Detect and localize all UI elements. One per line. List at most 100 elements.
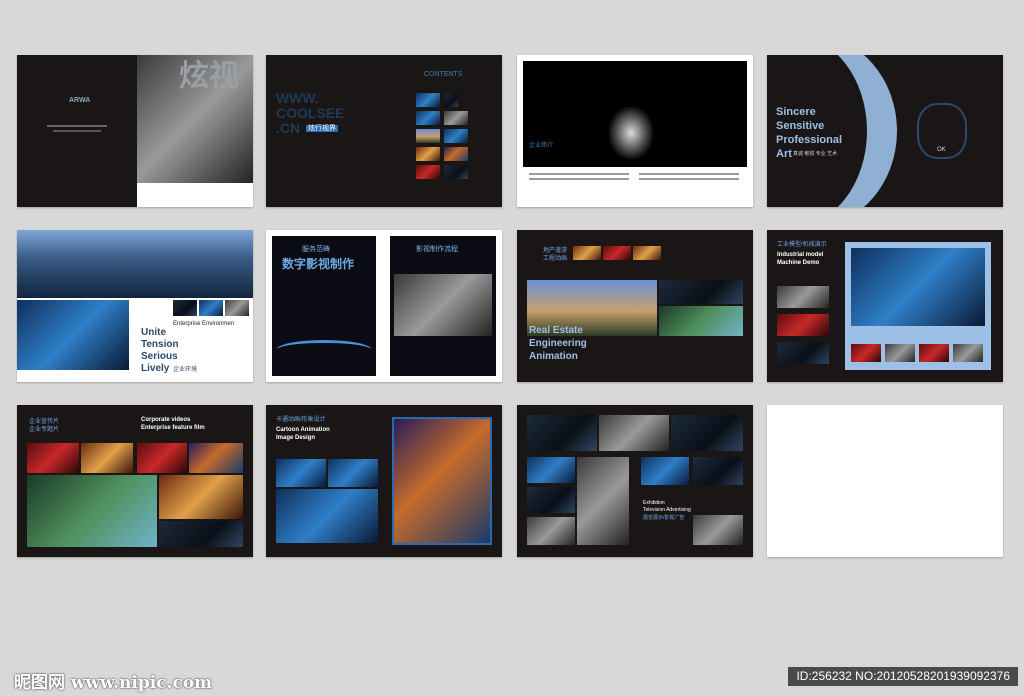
re-engineering: Engineering xyxy=(529,338,587,349)
thumb xyxy=(777,342,829,364)
services-small: 服务范畴 xyxy=(302,246,330,253)
env-label: Enterprise Environmen xyxy=(173,321,235,327)
thumb xyxy=(416,111,440,125)
thumb xyxy=(416,147,440,161)
cartoon-main xyxy=(392,417,492,545)
cover-small-text xyxy=(47,125,107,127)
spread-exhibition: Exhibition Television Advertising 展览展示/影… xyxy=(517,405,753,557)
thumb xyxy=(173,300,197,316)
thumb xyxy=(527,457,575,483)
ok-badge: OK xyxy=(937,147,946,153)
lobby-photo xyxy=(17,300,129,370)
value-sincere: Sincere xyxy=(776,106,816,118)
spread-cover: ARWA 炫视 xyxy=(17,55,253,207)
thumb xyxy=(527,487,575,513)
thumb xyxy=(159,475,243,519)
env-sub: 企业环境 xyxy=(173,367,198,373)
hands-highlight xyxy=(609,107,653,159)
cn-text: .CN xyxy=(276,120,301,136)
thumb xyxy=(659,306,743,336)
body-text xyxy=(639,173,739,175)
thumb xyxy=(953,344,983,362)
body-text xyxy=(529,173,629,175)
cover-title: 炫视 xyxy=(179,59,239,94)
value-sensitive: Sensitive xyxy=(776,120,825,132)
thumb xyxy=(189,443,243,473)
industrial-photo xyxy=(851,248,985,326)
thumb xyxy=(225,300,249,316)
spread-blank xyxy=(767,405,1003,557)
services-title: 数字影视制作 xyxy=(282,257,355,271)
coolsee-text: COOLSEE xyxy=(276,105,345,121)
www-text: WWW. xyxy=(276,90,319,106)
value-serious: Serious xyxy=(141,351,178,362)
car-photo xyxy=(693,515,743,545)
value-lively: Lively xyxy=(141,363,170,374)
corp-cn-a: 企业宣传片 xyxy=(29,419,60,425)
spread-services: 服务范畴 数字影视制作 影视制作流程 xyxy=(266,230,502,382)
moon-scene xyxy=(276,489,378,543)
office-photo xyxy=(17,230,253,298)
ind-cn-title: 工业模型/机械演示 xyxy=(777,242,827,248)
thumb xyxy=(328,459,378,487)
spread-corporate: 企业宣传片 企业专题片 Corporate videos Enterprise … xyxy=(17,405,253,557)
thumb xyxy=(885,344,915,362)
ind-line2: Machine Demo xyxy=(777,260,820,266)
toon-line2: Image Design xyxy=(276,435,316,441)
corp-line1: Corporate videos xyxy=(141,417,191,423)
thumb xyxy=(671,415,743,451)
ind-line1: Industrial model xyxy=(777,252,824,258)
logo-text: ARWA xyxy=(69,97,91,104)
thumb xyxy=(444,147,468,161)
spread-contents: CONTENTS WWW. COOLSEE .CN 炫行视界 xyxy=(266,55,502,207)
sculpture-photo xyxy=(394,274,492,336)
exh-line1: Exhibition xyxy=(643,500,665,506)
dancers-ramp xyxy=(276,340,372,360)
thumb xyxy=(599,415,669,451)
thumb xyxy=(159,521,243,547)
thumb xyxy=(416,93,440,107)
contents-tag: 炫行视界 xyxy=(306,125,338,133)
contents-heading: CONTENTS xyxy=(424,71,463,78)
thumb xyxy=(603,246,631,260)
thumb xyxy=(81,443,133,473)
toon-line1: Cartoon Animation xyxy=(276,427,330,433)
re-cn-sub: 工程动画 xyxy=(543,256,568,262)
spread-cartoon: 卡通动画/形象设计 Cartoon Animation Image Design xyxy=(266,405,502,557)
re-animation: Animation xyxy=(529,351,578,362)
thumb xyxy=(416,129,440,143)
re-cn-title: 地产漫游 xyxy=(543,248,568,254)
services-right-title: 影视制作流程 xyxy=(416,246,458,253)
thumb xyxy=(777,314,829,336)
thumb xyxy=(641,457,689,485)
thumb xyxy=(416,165,440,179)
body-text xyxy=(639,178,739,180)
watermark-site: 昵图网 www.nipic.com xyxy=(14,673,213,693)
watermark-id: ID:256232 NO:20120528201939092376 xyxy=(788,667,1018,686)
values-sub: 真诚 敏锐 专业 艺术 xyxy=(793,151,838,157)
profile-caption: 企业简介 xyxy=(529,143,554,149)
thumb xyxy=(137,443,187,473)
thumb xyxy=(527,517,575,545)
robot-photo xyxy=(577,457,629,545)
cover-white-strip xyxy=(137,183,253,207)
spread-environment: Enterprise Environmen Unite Tension Seri… xyxy=(17,230,253,382)
thumb xyxy=(444,93,458,107)
body-text xyxy=(529,178,629,180)
spread-values: Sincere Sensitive Professional Art 真诚 敏锐… xyxy=(767,55,1003,207)
thumb xyxy=(851,344,881,362)
spread-profile: 企业简介 xyxy=(517,55,753,207)
toon-cn-title: 卡通动画/形象设计 xyxy=(276,417,326,423)
value-professional: Professional xyxy=(776,134,843,146)
thumb xyxy=(659,280,743,304)
thumb xyxy=(693,457,743,485)
value-art: Art xyxy=(776,148,792,160)
corp-cn-b: 企业专题片 xyxy=(29,427,60,433)
thumb xyxy=(27,443,79,473)
exh-line2: Television Advertising xyxy=(643,507,691,513)
spread-real-estate: 地产漫游 工程动画 Real Estate Engineering Animat… xyxy=(517,230,753,382)
exh-cn: 展览展示/影视广告 xyxy=(643,515,685,521)
thumb xyxy=(919,344,949,362)
value-tension: Tension xyxy=(141,339,179,350)
re-real-estate: Real Estate xyxy=(529,325,583,336)
